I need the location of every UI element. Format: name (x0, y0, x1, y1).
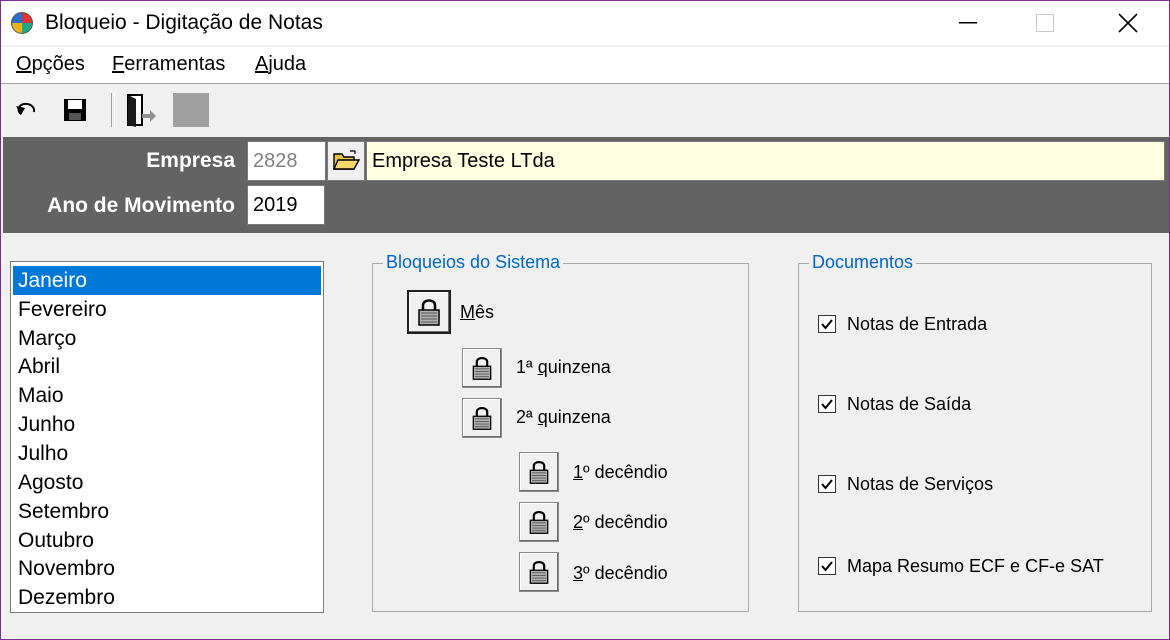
mapa-resumo-checkbox[interactable] (818, 557, 836, 575)
lock-decendio2-button[interactable] (519, 502, 559, 542)
disabled-square-icon (173, 93, 209, 127)
menu-bar: Opções Ferramentas Ajuda (1, 47, 1169, 83)
documentos-title: Documentos (809, 252, 917, 273)
ano-label: Ano de Movimento (47, 194, 235, 217)
ano-field[interactable]: 2019 (247, 185, 325, 225)
lock-decendio3-button[interactable] (519, 552, 559, 592)
lock-quinzena1-label: 1ª quinzena (516, 357, 611, 377)
list-item[interactable]: Janeiro (13, 266, 321, 295)
lock-quinzena1-button[interactable] (462, 348, 502, 388)
exit-button[interactable] (123, 91, 159, 129)
notas-entrada-checkbox[interactable] (818, 315, 836, 333)
save-button[interactable] (57, 91, 93, 129)
list-item[interactable]: Dezembro (13, 583, 321, 612)
menu-separator (1, 83, 1169, 84)
month-list[interactable]: Janeiro Fevereiro Março Abril Maio Junho… (10, 261, 324, 613)
checkmark-icon (821, 319, 833, 330)
lock-quinzena2-button[interactable] (462, 398, 502, 438)
disabled-toolbar-button[interactable] (173, 91, 209, 129)
open-folder-button[interactable] (327, 141, 365, 181)
lock-decendio3-label: 3º decêndio (573, 563, 668, 583)
close-button[interactable] (1088, 1, 1168, 45)
app-icon (11, 12, 33, 34)
mapa-resumo-label[interactable]: Mapa Resumo ECF e CF-e SAT (847, 556, 1104, 577)
empresa-code-field[interactable]: 2828 (247, 141, 326, 181)
lock-icon (472, 356, 492, 380)
toolbar-separator (111, 93, 115, 127)
lock-quinzena2-label: 2ª quinzena (516, 407, 611, 427)
maximize-button[interactable] (1005, 1, 1085, 45)
notas-saida-checkbox[interactable] (818, 395, 836, 413)
close-icon (1118, 13, 1138, 33)
list-item[interactable]: Julho (13, 439, 321, 468)
menu-opcoes[interactable]: Opções (16, 53, 85, 76)
notas-saida-label[interactable]: Notas de Saída (847, 394, 971, 415)
lock-icon (529, 510, 549, 534)
lock-icon (418, 299, 440, 326)
list-item[interactable]: Março (13, 324, 321, 353)
empresa-name-field[interactable]: Empresa Teste LTda (366, 141, 1165, 181)
title-bar: Bloqueio - Digitação de Notas (1, 1, 1169, 45)
lock-decendio2-label: 2º decêndio (573, 512, 668, 532)
checkmark-icon (821, 399, 833, 410)
lock-icon (529, 460, 549, 484)
maximize-icon (1036, 14, 1054, 32)
toolbar (1, 85, 1169, 135)
notas-entrada-label[interactable]: Notas de Entrada (847, 314, 987, 335)
lock-decendio1-button[interactable] (519, 452, 559, 492)
checkmark-icon (821, 479, 833, 490)
lock-mes-button[interactable] (407, 290, 451, 334)
list-item[interactable]: Fevereiro (13, 295, 321, 324)
notas-servicos-label[interactable]: Notas de Serviços (847, 474, 993, 495)
menu-ajuda[interactable]: Ajuda (255, 53, 306, 76)
menu-ferramentas[interactable]: Ferramentas (112, 53, 225, 76)
window-title: Bloqueio - Digitação de Notas (45, 11, 323, 34)
lock-mes-label: Mês (460, 302, 495, 322)
undo-icon (16, 102, 36, 115)
list-item[interactable]: Maio (13, 381, 321, 410)
main-window: Bloqueio - Digitação de Notas Opções Fer… (0, 0, 1170, 640)
minimize-icon (959, 22, 977, 24)
open-folder-icon (332, 150, 360, 170)
list-item[interactable]: Abril (13, 352, 321, 381)
undo-button[interactable] (9, 91, 45, 129)
list-item[interactable]: Agosto (13, 468, 321, 497)
checkmark-icon (821, 561, 833, 572)
save-icon (64, 99, 86, 121)
exit-door-icon (127, 94, 156, 127)
list-item[interactable]: Outubro (13, 526, 321, 555)
lock-icon (529, 560, 549, 584)
lock-decendio1-label: 1º decêndio (573, 462, 668, 482)
empresa-label: Empresa (146, 149, 235, 172)
bloqueios-title: Bloqueios do Sistema (383, 252, 564, 273)
list-item[interactable]: Junho (13, 410, 321, 439)
list-item[interactable]: Novembro (13, 554, 321, 583)
minimize-button[interactable] (928, 1, 1008, 45)
lock-icon (472, 406, 492, 430)
list-item[interactable]: Setembro (13, 497, 321, 526)
notas-servicos-checkbox[interactable] (818, 475, 836, 493)
